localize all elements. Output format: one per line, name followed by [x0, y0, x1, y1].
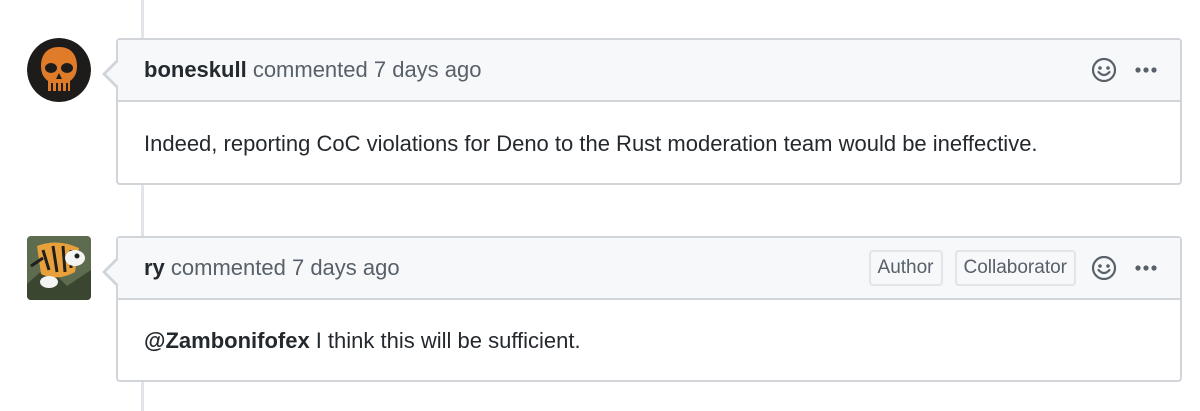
comment-actions: Author Collaborator [868, 250, 1180, 286]
comment-text: Indeed, reporting CoC violations for Den… [144, 130, 1038, 156]
comment-body: @Zambonifofex I think this will be suffi… [118, 300, 1180, 382]
comment-text: I think this will be sufficient. [315, 328, 581, 353]
cartoon-avatar-image [27, 236, 91, 300]
avatar[interactable] [27, 236, 91, 300]
comment-box: ry commented 7 days ago Author Collabora… [102, 236, 1182, 382]
kebab-horizontal-icon[interactable] [1130, 54, 1162, 86]
comment-meta: boneskull commented 7 days ago [144, 57, 482, 83]
author-link[interactable]: boneskull [144, 57, 247, 82]
collaborator-badge: Collaborator [954, 250, 1076, 286]
comment-header: ry commented 7 days ago Author Collabora… [118, 238, 1180, 300]
comment-header: boneskull commented 7 days ago [118, 40, 1180, 102]
avatar[interactable] [27, 38, 91, 102]
user-mention-link[interactable]: @Zambonifofex [144, 328, 310, 354]
comment-body: Indeed, reporting CoC violations for Den… [118, 102, 1180, 185]
comment-actions [1088, 54, 1180, 86]
author-badge: Author [868, 250, 943, 286]
kebab-horizontal-icon[interactable] [1130, 252, 1162, 284]
comment-timestamp[interactable]: commented 7 days ago [253, 57, 482, 82]
smiley-icon[interactable] [1088, 54, 1120, 86]
skull-avatar-image [27, 38, 91, 102]
comment-timestamp[interactable]: commented 7 days ago [171, 255, 400, 280]
comment-meta: ry commented 7 days ago [144, 255, 400, 281]
comment-box: boneskull commented 7 days ago Indeed, r… [102, 38, 1182, 185]
smiley-icon[interactable] [1088, 252, 1120, 284]
author-link[interactable]: ry [144, 255, 165, 280]
